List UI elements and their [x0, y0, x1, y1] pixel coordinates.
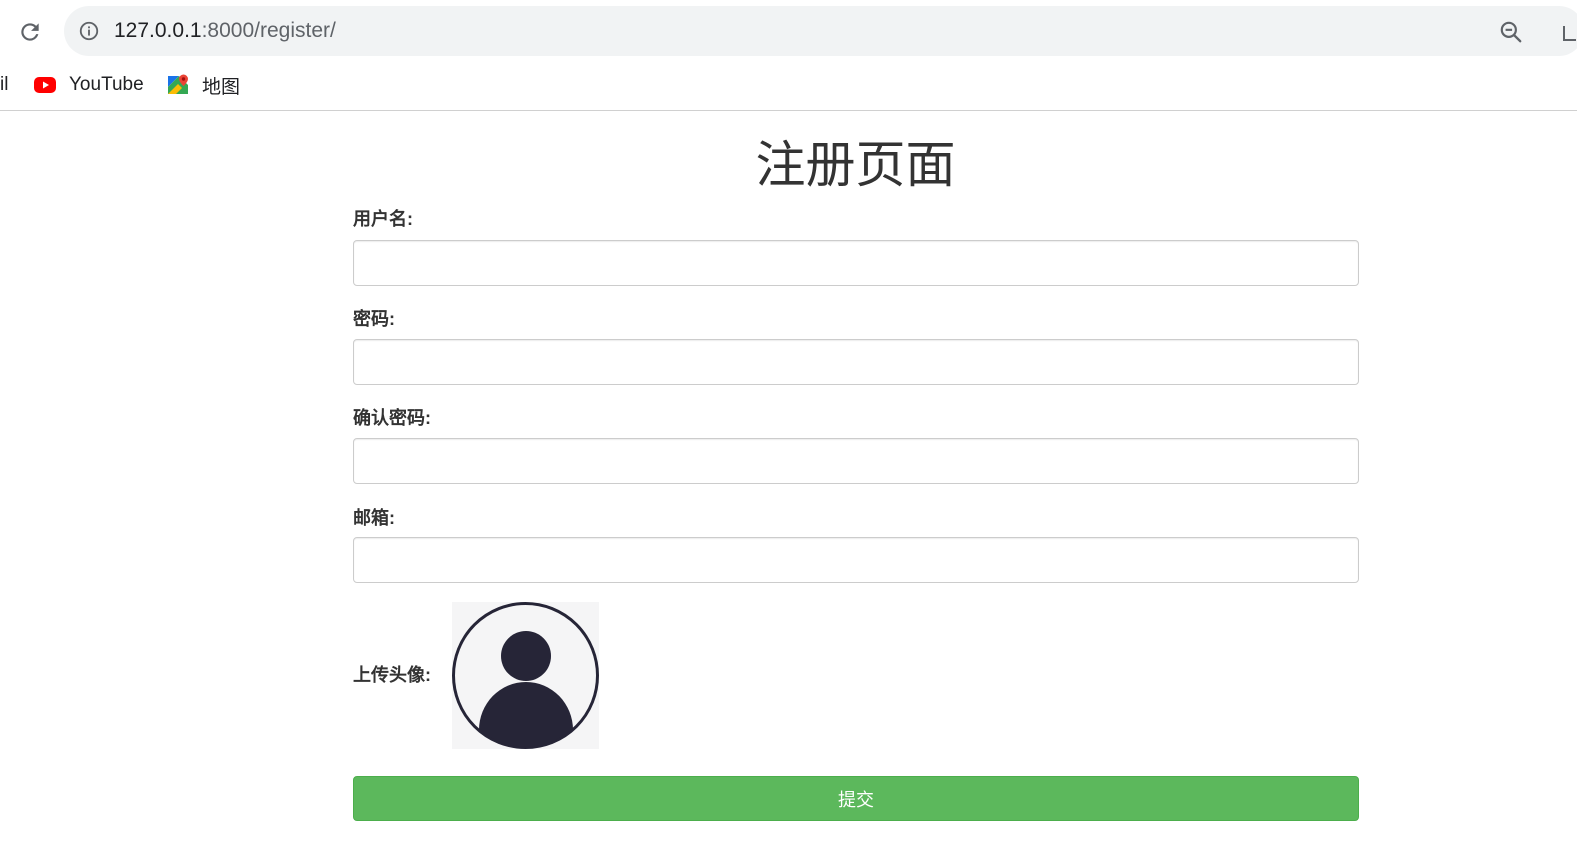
avatar-label: 上传头像: — [353, 665, 431, 685]
url-host: 127.0.0.1 — [114, 19, 202, 42]
username-label: 用户名: — [353, 209, 413, 229]
bookmark-partial[interactable]: il — [0, 74, 8, 96]
bookmark-maps-label: 地图 — [202, 76, 241, 98]
youtube-icon — [34, 77, 56, 93]
bookmark-youtube-label: YouTube — [69, 74, 144, 95]
bookmark-youtube[interactable]: YouTube — [33, 70, 144, 100]
confirm-password-input[interactable] — [353, 438, 1359, 484]
avatar-upload[interactable] — [452, 602, 599, 749]
info-icon[interactable] — [78, 20, 100, 42]
share-icon[interactable] — [1562, 20, 1576, 44]
reload-button[interactable] — [16, 18, 44, 46]
bookmark-maps[interactable]: 地图 — [166, 70, 240, 100]
avatar-placeholder-icon — [452, 602, 599, 749]
zoom-out-icon[interactable] — [1498, 19, 1524, 45]
email-input[interactable] — [353, 537, 1359, 583]
bookmarks-bar: il YouTube 地图 — [0, 66, 1577, 102]
browser-chrome: 127.0.0.1:8000/register/ il YouTube 地图 — [0, 0, 1577, 111]
reload-icon — [21, 23, 39, 41]
password-input[interactable] — [353, 339, 1359, 385]
url-text[interactable]: 127.0.0.1:8000/register/ — [114, 19, 336, 43]
username-input[interactable] — [353, 240, 1359, 286]
email-label: 邮箱: — [353, 508, 395, 528]
maps-icon — [168, 74, 188, 94]
password-label: 密码: — [353, 309, 395, 329]
page-title: 注册页面 — [755, 137, 956, 193]
address-bar[interactable]: 127.0.0.1:8000/register/ — [64, 6, 1577, 56]
confirm-password-label: 确认密码: — [353, 408, 431, 428]
url-path: :8000/register/ — [201, 19, 336, 42]
submit-button[interactable]: 提交 — [353, 776, 1359, 821]
